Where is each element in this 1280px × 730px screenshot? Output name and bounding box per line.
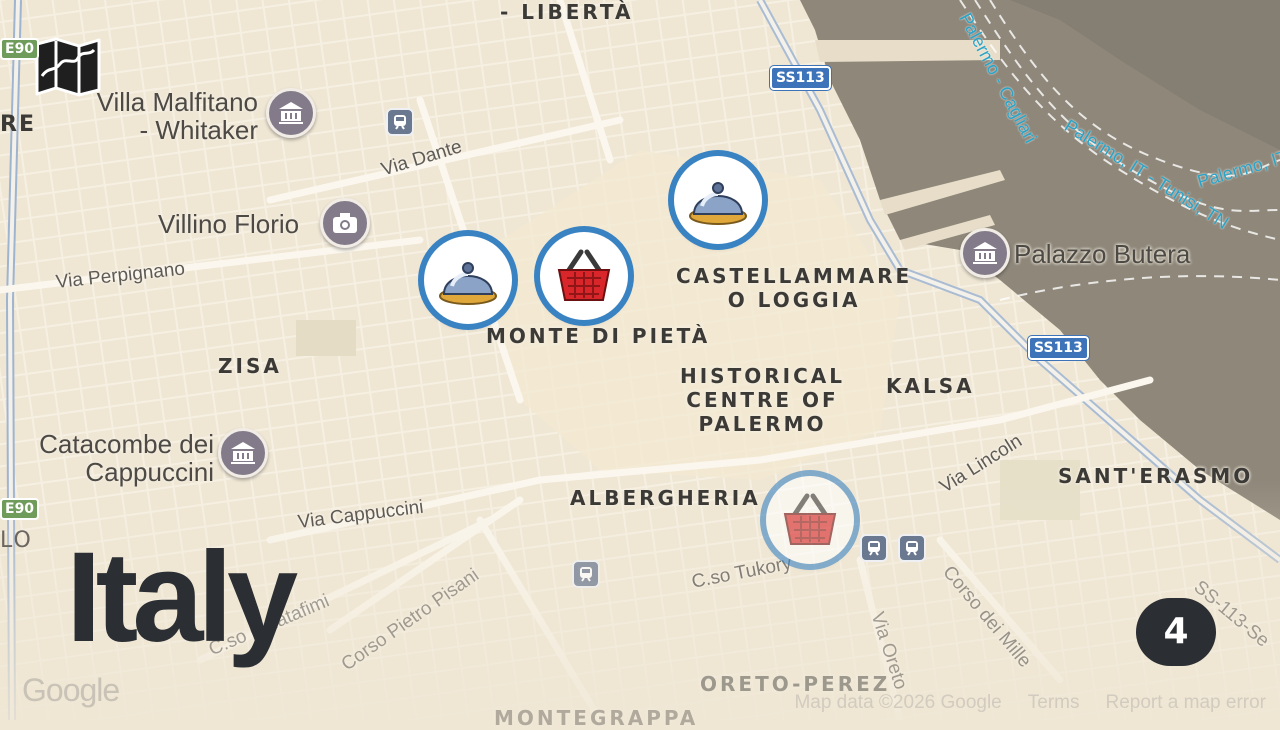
map-attribution: Map data ©2026 Google Terms Report a map e… (768, 692, 1266, 714)
museum-icon[interactable] (218, 428, 268, 478)
country-title: Italy (66, 526, 298, 669)
train-station-icon[interactable] (386, 108, 414, 136)
highway-shield-e90: E90 (0, 498, 40, 520)
cloche-icon (689, 182, 747, 225)
district-label-castellammare: CASTELLAMMARE O LOGGIA (676, 264, 913, 312)
poi-catacombe-cappuccini[interactable]: Catacombe dei Cappuccini (20, 430, 214, 486)
google-logo: Google (22, 672, 120, 708)
district-label-albergheria: ALBERGHERIA (570, 486, 761, 510)
report-map-error-link[interactable]: Report a map error (1105, 692, 1266, 713)
district-label-montegrappa: MONTEGRAPPA (494, 706, 699, 730)
museum-icon[interactable] (266, 88, 316, 138)
poi-palazzo-butera[interactable]: Palazzo Butera (1014, 240, 1190, 268)
highway-shield-ss113: SS113 (769, 65, 832, 91)
camera-icon[interactable] (320, 198, 370, 248)
basket-icon (783, 493, 837, 545)
edge-label-fragment: LO (0, 528, 33, 553)
district-label-zisa: ZISA (218, 354, 282, 378)
district-label-kalsa: KALSA (886, 374, 975, 398)
cloche-icon (439, 262, 497, 305)
edge-label-fragment: RE (0, 112, 36, 137)
map-marker-restaurant[interactable] (424, 236, 512, 324)
highway-shield-ss113: SS113 (1027, 335, 1090, 361)
map-marker-shopping[interactable] (540, 232, 628, 320)
train-station-icon[interactable] (860, 534, 888, 562)
district-label-santerasmo: SANT'ERASMO (1058, 464, 1254, 488)
terms-link[interactable]: Terms (1028, 692, 1080, 713)
train-station-icon[interactable] (572, 560, 600, 588)
district-label-monte-di-pieta: MONTE DI PIETÀ (486, 324, 711, 348)
museum-icon[interactable] (960, 228, 1010, 278)
district-label-liberta: - LIBERTÀ (500, 0, 634, 24)
map-data-text: Map data ©2026 Google (794, 692, 1002, 713)
poi-villa-malfitano[interactable]: Villa Malfitano - Whitaker (72, 88, 258, 144)
count-badge: 4 (1136, 598, 1216, 666)
map-marker-shopping[interactable] (766, 476, 854, 564)
district-label-historical-centre: HISTORICAL CENTRE OF PALERMO (680, 364, 845, 436)
highway-shield-e90: E90 (0, 38, 40, 60)
map-marker-restaurant[interactable] (674, 156, 762, 244)
basket-icon (557, 249, 611, 301)
train-station-icon[interactable] (898, 534, 926, 562)
poi-villino-florio[interactable]: Villino Florio (158, 210, 299, 238)
